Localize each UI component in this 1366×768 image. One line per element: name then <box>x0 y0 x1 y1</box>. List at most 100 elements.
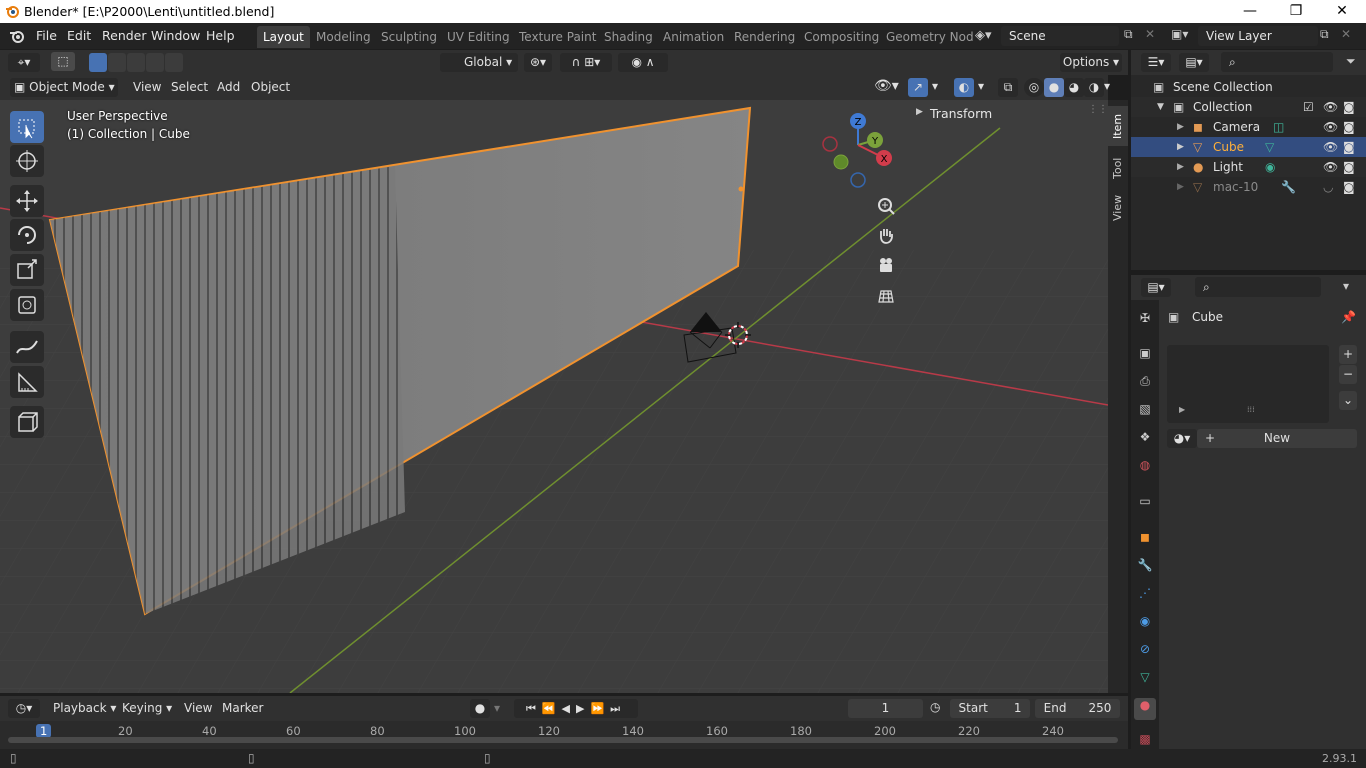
mesh-data-tab-icon[interactable]: ▽ <box>1134 670 1156 692</box>
material-tab-icon[interactable]: ● <box>1134 698 1156 720</box>
menu-edit[interactable]: Edit <box>67 28 91 43</box>
editor-type-icon[interactable]: ⌖▾ <box>8 53 40 72</box>
current-frame-field[interactable]: 1 <box>848 699 923 718</box>
overlay-toggle-icon[interactable]: ◐ <box>954 78 974 97</box>
select-mode-invert-icon[interactable] <box>146 53 164 72</box>
ortho-grid-icon[interactable] <box>873 283 899 309</box>
preview-range-icon[interactable]: ◷ <box>930 700 940 714</box>
light-data-icon[interactable]: ◉ <box>1265 157 1275 177</box>
add-cube-tool[interactable] <box>10 406 44 438</box>
menu-file[interactable]: File <box>36 28 57 43</box>
outliner-item-light[interactable]: ▶ ● Light ◉ 👁 ◙ <box>1131 157 1366 177</box>
keying-set-dropdown-icon[interactable]: ▾ <box>494 701 500 715</box>
world-tab-icon[interactable]: ◍ <box>1134 458 1156 480</box>
properties-options-icon[interactable]: ▾ <box>1343 279 1349 293</box>
view-layer-tab-icon[interactable]: ▧ <box>1134 402 1156 424</box>
move-tool[interactable] <box>10 185 44 217</box>
visibility-eye-icon[interactable]: 👁 <box>1323 117 1338 137</box>
restore-button[interactable]: ❐ <box>1273 0 1319 23</box>
visibility-icon[interactable]: 👁▾ <box>874 78 899 94</box>
tab-compositing[interactable]: Compositing <box>798 26 885 48</box>
viewport-canvas[interactable]: Z Y X <box>0 100 1108 693</box>
output-tab-icon[interactable]: ⎙ <box>1134 374 1156 396</box>
timeline-scrollbar[interactable] <box>8 737 1118 743</box>
proportional-editing-icon[interactable]: ◉ ∧ <box>618 53 668 72</box>
menu-render[interactable]: Render <box>102 28 147 43</box>
annotate-tool[interactable] <box>10 331 44 363</box>
pivot-point-icon[interactable]: ⊛▾ <box>524 53 552 72</box>
visibility-eye-icon[interactable]: 👁 <box>1323 137 1338 157</box>
modifier-tab-icon[interactable]: 🔧 <box>1134 558 1156 580</box>
playback-controls[interactable]: ⏮⏪◀▶⏩⏭ <box>514 699 638 718</box>
render-camera-icon[interactable]: ◙ <box>1343 117 1355 137</box>
collection-tab-icon[interactable]: ▭ <box>1134 494 1156 516</box>
end-frame-field[interactable]: End 250 <box>1035 699 1120 718</box>
minimize-button[interactable]: — <box>1227 0 1273 23</box>
overlay-dropdown-icon[interactable]: ▾ <box>978 79 984 93</box>
select-mode-intersect-icon[interactable] <box>165 53 183 72</box>
menu-view[interactable]: View <box>133 80 161 94</box>
constraints-tab-icon[interactable]: ⊘ <box>1134 642 1156 664</box>
rendered-shading-icon[interactable]: ◑ <box>1084 78 1104 97</box>
rotate-tool[interactable] <box>10 219 44 251</box>
visibility-eye-icon[interactable]: 👁 <box>1323 157 1338 177</box>
sidebar-tab-tool[interactable]: Tool <box>1108 150 1128 186</box>
sidebar-tab-item[interactable]: Item <box>1108 106 1128 146</box>
new-scene-icon[interactable]: ⧉ <box>1124 27 1133 42</box>
snap-icon[interactable]: ∩ ⊞▾ <box>560 53 612 72</box>
sidebar-tab-view[interactable]: View <box>1108 190 1128 226</box>
outliner-collection[interactable]: ▼ ▣ Collection ☑ 👁 ◙ <box>1131 97 1366 117</box>
select-mode-subtract-icon[interactable] <box>127 53 145 72</box>
list-expand-icon[interactable]: ▶ <box>1179 405 1185 414</box>
solid-shading-icon[interactable]: ● <box>1044 78 1064 97</box>
menu-object[interactable]: Object <box>251 80 290 94</box>
scale-tool[interactable] <box>10 254 44 286</box>
select-tool-icon[interactable]: ⬚ <box>51 52 75 71</box>
delete-view-layer-icon[interactable]: ✕ <box>1341 27 1351 41</box>
view-layer-field[interactable]: View Layer <box>1198 26 1318 46</box>
render-camera-icon[interactable]: ◙ <box>1343 97 1355 117</box>
material-specials-icon[interactable]: ⌄ <box>1339 391 1357 410</box>
tab-modeling[interactable]: Modeling <box>310 26 377 48</box>
expand-arrow-icon[interactable]: ▼ <box>1157 97 1164 117</box>
tab-rendering[interactable]: Rendering <box>728 26 801 48</box>
select-box-tool[interactable] <box>10 111 44 143</box>
cursor-tool[interactable] <box>10 145 44 177</box>
new-material-button[interactable]: + New <box>1197 429 1357 448</box>
wireframe-shading-icon[interactable]: ◎ <box>1024 78 1044 97</box>
texture-tab-icon[interactable]: ▩ <box>1134 732 1156 754</box>
expand-arrow-icon[interactable]: ▶ <box>1177 117 1184 137</box>
physics-tab-icon[interactable]: ◉ <box>1134 614 1156 636</box>
view-layer-selector-icon[interactable]: ▣▾ <box>1171 27 1188 41</box>
scene-tab-icon[interactable]: ❖ <box>1134 430 1156 452</box>
menu-marker[interactable]: Marker <box>222 701 263 715</box>
outliner-item-camera[interactable]: ▶ ◼ Camera ◫ 👁 ◙ <box>1131 117 1366 137</box>
scene-name-field[interactable]: Scene <box>1001 26 1119 46</box>
transform-tool[interactable] <box>10 289 44 321</box>
timeline-editor-type-icon[interactable]: ◷▾ <box>8 699 40 718</box>
select-mode-extend-icon[interactable] <box>108 53 126 72</box>
pan-hand-icon[interactable] <box>873 223 899 249</box>
pin-icon[interactable]: 📌 <box>1341 310 1356 324</box>
tab-texture-paint[interactable]: Texture Paint <box>513 26 602 48</box>
camera-view-icon[interactable] <box>873 253 899 279</box>
tab-animation[interactable]: Animation <box>657 26 730 48</box>
render-tab-icon[interactable]: ▣ <box>1134 346 1156 368</box>
outliner-item-mac10[interactable]: ▶ ▽ mac-10 🔧 ◡ ◙ <box>1131 177 1366 197</box>
3d-viewport[interactable]: Z Y X User Perspective (1) Collection | … <box>0 100 1108 693</box>
menu-add[interactable]: Add <box>217 80 240 94</box>
start-frame-field[interactable]: Start 1 <box>950 699 1030 718</box>
object-tab-icon[interactable]: ◼ <box>1134 530 1156 552</box>
tab-layout[interactable]: Layout <box>257 26 310 48</box>
material-slot-list[interactable]: ▶ ⁞⁞⁞ <box>1167 345 1329 423</box>
delete-scene-icon[interactable]: ✕ <box>1145 27 1155 41</box>
xray-toggle-icon[interactable]: ⧉ <box>998 78 1018 97</box>
transform-orientation-dropdown[interactable]: Global ▾ <box>440 53 518 72</box>
gizmo-dropdown-icon[interactable]: ▾ <box>932 79 938 93</box>
properties-editor-type-icon[interactable]: ▤▾ <box>1141 278 1171 297</box>
measure-tool[interactable] <box>10 366 44 398</box>
auto-keying-icon[interactable]: ● <box>470 699 490 718</box>
menu-select[interactable]: Select <box>171 80 208 94</box>
visibility-eye-icon[interactable]: 👁 <box>1323 97 1338 117</box>
material-shading-icon[interactable]: ◕ <box>1064 78 1084 97</box>
